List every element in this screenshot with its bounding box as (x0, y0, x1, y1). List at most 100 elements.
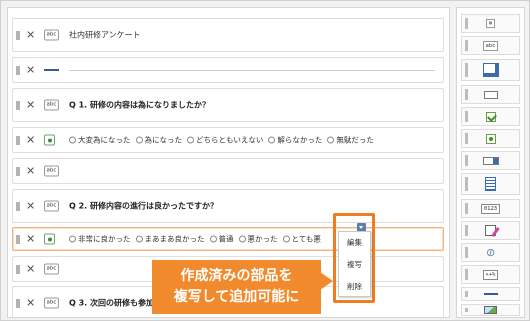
radio-circle-icon[interactable] (268, 136, 276, 144)
drag-handle-icon[interactable] (16, 31, 20, 40)
delete-icon[interactable]: ✕ (26, 65, 35, 76)
divider-line (69, 70, 435, 71)
radio-circle-icon[interactable] (327, 136, 335, 144)
drag-handle-icon[interactable] (465, 40, 468, 51)
palette-item-text-block[interactable]: ▤ (461, 14, 520, 33)
divider-type-icon (44, 69, 59, 71)
delete-icon[interactable]: ✕ (26, 264, 35, 275)
palette-item-select[interactable] (461, 151, 520, 170)
form-row-radio-1[interactable]: ✕ 大変為になった 為になった どちらともいえない 解らなかった 無駄だった (12, 127, 444, 153)
text-type-icon: abc (44, 29, 59, 41)
radio-circle-icon[interactable] (238, 235, 246, 243)
delete-icon[interactable]: ✕ (26, 234, 35, 245)
delete-icon[interactable]: ✕ (26, 135, 35, 146)
form-row-title[interactable]: ✕ abc 社内研修アンケート (12, 18, 444, 52)
radio-option-label: 悪かった (247, 234, 278, 244)
menu-item-edit[interactable]: 編集 (339, 232, 370, 254)
divider-icon (483, 293, 498, 295)
drag-handle-icon[interactable] (465, 225, 468, 236)
drag-handle-icon[interactable] (465, 18, 468, 29)
drag-handle-icon[interactable] (16, 265, 20, 274)
radio-circle-icon[interactable] (69, 136, 76, 144)
radio-type-icon (44, 233, 55, 245)
radio-option[interactable]: どちらともいえない (187, 135, 263, 146)
radio-option[interactable]: 悪かった (238, 234, 278, 245)
palette-item-calc[interactable]: ×+% (461, 265, 520, 284)
palette-item-text-input[interactable] (461, 59, 520, 81)
delete-icon[interactable]: ✕ (26, 298, 35, 309)
canvas-scrollbar[interactable] (449, 16, 450, 316)
radio-option[interactable]: 大変為になった (69, 135, 131, 146)
form-row-question-2[interactable]: ✕ abc Q 2. 研修内容の進行は良かったですか？ (12, 189, 444, 223)
annotation-callout: 作成済みの部品を 複写して追加可能に (152, 260, 333, 314)
checkbox-icon (485, 111, 496, 122)
select-icon (482, 156, 499, 165)
radio-option[interactable]: 解らなかった (268, 135, 322, 146)
delete-icon[interactable]: ✕ (26, 201, 35, 212)
radio-circle-icon[interactable] (69, 235, 76, 243)
menu-item-copy[interactable]: 複写 (339, 254, 370, 276)
text-type-icon: abc (44, 200, 59, 212)
drag-handle-icon[interactable] (465, 269, 468, 280)
radio-circle-icon[interactable] (187, 136, 194, 144)
palette-item-checkbox[interactable] (461, 107, 520, 126)
palette-item-list[interactable] (461, 173, 520, 195)
drag-handle-icon[interactable] (16, 167, 20, 176)
image-icon (484, 306, 497, 314)
drag-handle-icon[interactable] (465, 247, 468, 258)
drag-handle-icon[interactable] (465, 63, 468, 77)
drag-handle-icon[interactable] (465, 203, 468, 214)
drag-handle-icon[interactable] (16, 101, 20, 110)
radio-options: 大変為になった 為になった どちらともいえない 解らなかった 無駄だった (69, 135, 374, 146)
radio-option[interactable]: 非常に良かった (69, 234, 131, 245)
drag-handle-icon[interactable] (16, 299, 20, 308)
drag-handle-icon[interactable] (465, 308, 468, 312)
form-row-divider[interactable]: ✕ (12, 57, 444, 83)
delete-icon[interactable]: ✕ (26, 30, 35, 41)
radio-option-label: とても悪 (291, 234, 321, 244)
delete-icon[interactable]: ✕ (26, 100, 35, 111)
palette-item-number[interactable]: 0123 (461, 199, 520, 218)
radio-option[interactable]: 普通 (209, 234, 234, 245)
text-block-icon: ▤ (486, 19, 495, 28)
callout-line-2: 複写して追加可能に (173, 289, 300, 305)
text-type-icon: abc (44, 263, 59, 275)
drag-handle-icon[interactable] (16, 235, 20, 244)
drag-handle-icon[interactable] (465, 291, 468, 297)
row-context-menu: 編集 複写 削除 (338, 231, 371, 297)
drag-handle-icon[interactable] (465, 177, 468, 191)
palette-item-radio[interactable] (461, 129, 520, 148)
drag-handle-icon[interactable] (16, 66, 20, 75)
palette-item-label[interactable]: abc (461, 36, 520, 55)
form-row-radio-2[interactable]: ✕ 非常に良かった まあまあ良かった 普通 悪かった とても悪 (12, 227, 444, 251)
drag-handle-icon[interactable] (465, 111, 468, 122)
drag-handle-icon[interactable] (16, 136, 20, 145)
palette-item-divider[interactable] (461, 287, 520, 301)
radio-option[interactable]: 為になった (135, 135, 182, 146)
drag-handle-icon[interactable] (465, 155, 468, 166)
radio-circle-icon[interactable] (135, 136, 143, 144)
radio-option[interactable]: まあまあ良かった (135, 234, 205, 245)
drag-handle-icon[interactable] (16, 202, 20, 211)
radio-option-label: 解らなかった (277, 135, 323, 145)
text-input-icon (482, 63, 499, 77)
delete-icon[interactable]: ✕ (26, 166, 35, 177)
text-type-icon: abc (44, 99, 59, 111)
drag-handle-icon[interactable] (465, 89, 468, 100)
palette-item-attachment[interactable]: ⊘ (461, 243, 520, 262)
radio-option-label: どちらともいえない (196, 135, 264, 145)
palette-item-short-input[interactable] (461, 85, 520, 104)
radio-circle-icon[interactable] (209, 235, 217, 243)
form-row-question-1[interactable]: ✕ abc Q 1. 研修の内容は為になりましたか？ (12, 88, 444, 122)
drag-handle-icon[interactable] (465, 133, 468, 144)
palette-item-image[interactable] (461, 304, 520, 316)
radio-circle-icon[interactable] (135, 235, 143, 243)
radio-circle-icon[interactable] (282, 235, 290, 243)
palette-item-edit[interactable] (461, 221, 520, 240)
radio-option-label: 無駄だった (336, 135, 374, 145)
menu-item-delete[interactable]: 削除 (339, 276, 370, 298)
form-row-text[interactable]: ✕ abc (12, 158, 444, 184)
attachment-icon: ⊘ (483, 244, 498, 261)
radio-option[interactable]: とても悪 (282, 234, 321, 245)
radio-option[interactable]: 無駄だった (327, 135, 374, 146)
